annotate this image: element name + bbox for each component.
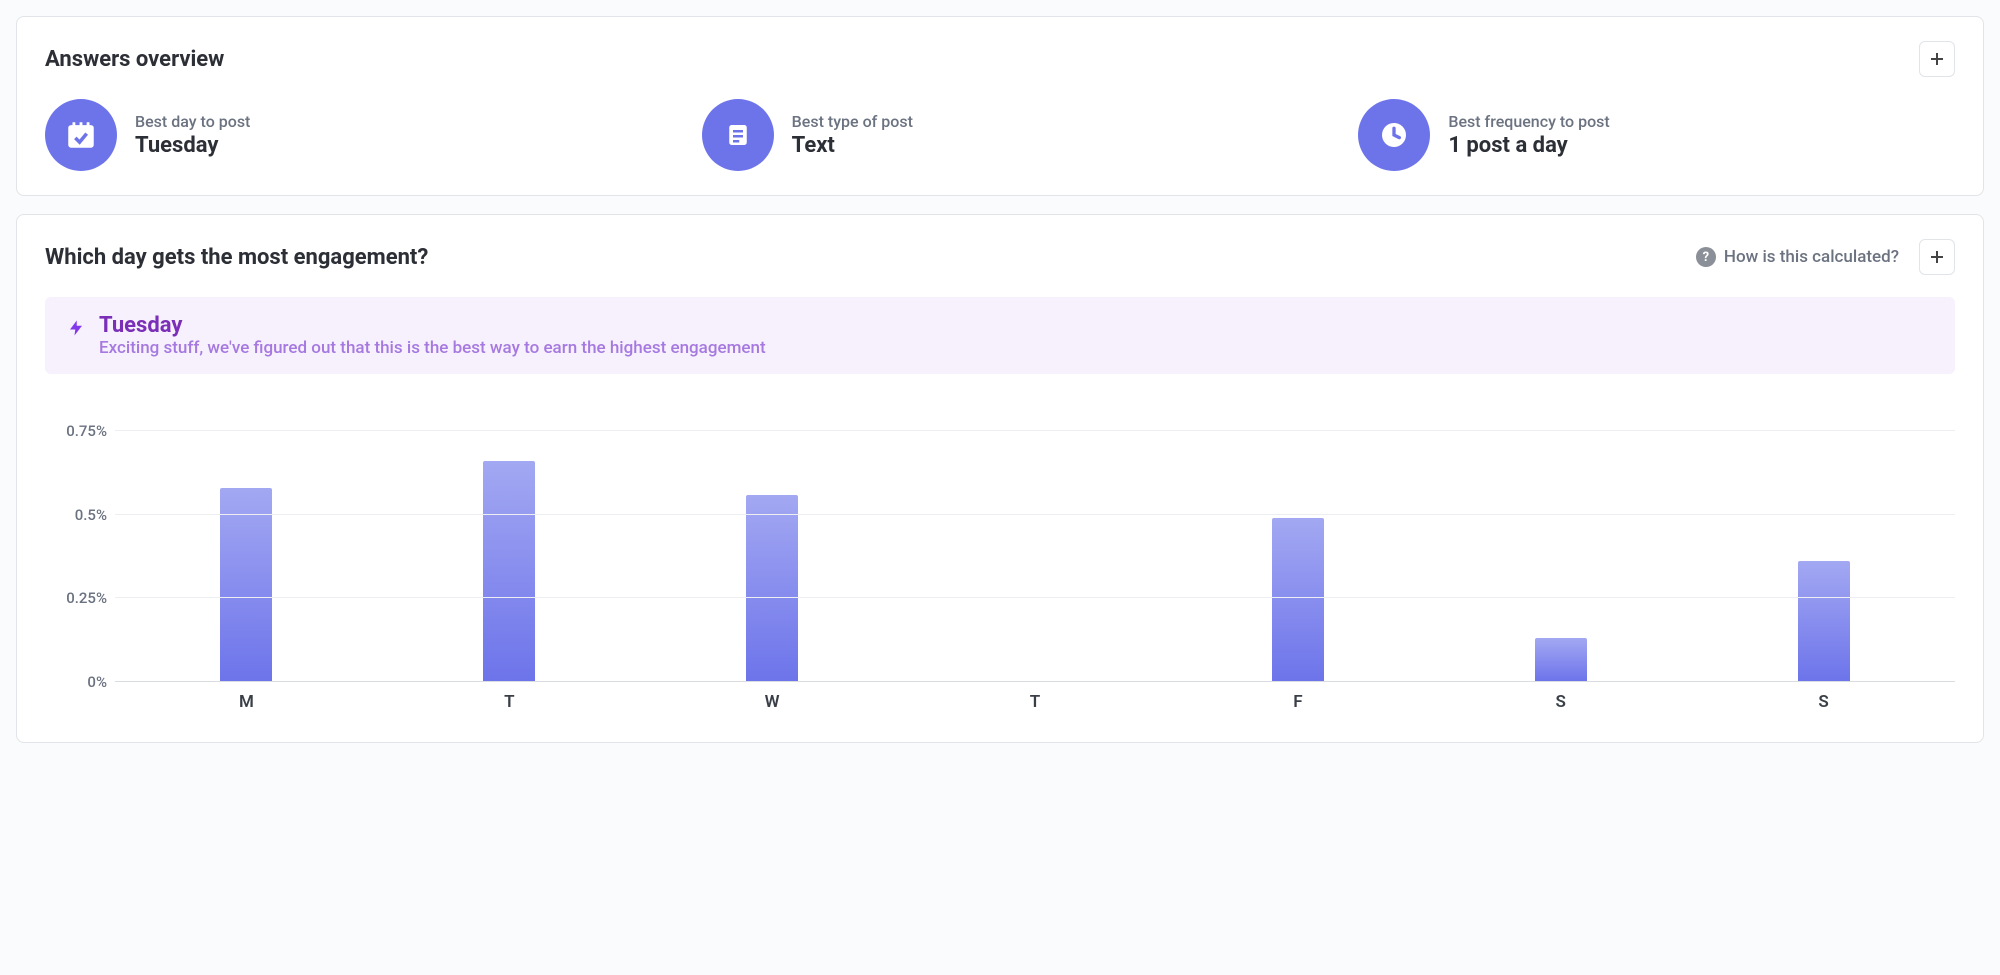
metric-value: Text (792, 133, 913, 158)
chart-gridline (115, 430, 1955, 431)
chart-x-label: S (1429, 682, 1692, 718)
chart-bar[interactable] (483, 461, 535, 681)
chart-x-label: F (1166, 682, 1429, 718)
help-label: How is this calculated? (1724, 247, 1899, 267)
question-icon: ? (1696, 247, 1716, 267)
clock-icon (1358, 99, 1430, 171)
metric-value: 1 post a day (1448, 133, 1609, 158)
chart-bar-column (1166, 398, 1429, 681)
plus-icon (1929, 249, 1945, 265)
chart-bar[interactable] (746, 495, 798, 681)
chart-bar[interactable] (220, 488, 272, 681)
metric-best-day: Best day to post Tuesday (45, 99, 642, 171)
chart-bar-column (1429, 398, 1692, 681)
chart-bar[interactable] (1798, 561, 1850, 681)
add-button[interactable] (1919, 239, 1955, 275)
highlight-banner: Tuesday Exciting stuff, we've figured ou… (45, 297, 1955, 374)
engagement-header: Which day gets the most engagement? ? Ho… (45, 239, 1955, 275)
metric-best-frequency: Best frequency to post 1 post a day (1358, 99, 1955, 171)
chart-plot-area (115, 398, 1955, 682)
highlight-subtitle: Exciting stuff, we've figured out that t… (99, 338, 766, 358)
chart-x-label: M (115, 682, 378, 718)
document-icon (702, 99, 774, 171)
add-button[interactable] (1919, 41, 1955, 77)
plus-icon (1929, 51, 1945, 67)
engagement-controls: ? How is this calculated? (1696, 239, 1955, 275)
chart-y-axis: 0%0.25%0.5%0.75% (45, 398, 115, 682)
chart-y-tick: 0.5% (75, 506, 107, 524)
chart-x-axis: MTWTFSS (115, 682, 1955, 718)
overview-title: Answers overview (45, 47, 224, 72)
metric-value: Tuesday (135, 133, 250, 158)
highlight-day: Tuesday (99, 313, 766, 338)
chart-x-label: W (641, 682, 904, 718)
engagement-title: Which day gets the most engagement? (45, 245, 428, 270)
chart-bar-column (1692, 398, 1955, 681)
chart-y-tick: 0% (87, 673, 107, 691)
chart-bar-column (115, 398, 378, 681)
chart-gridline (115, 597, 1955, 598)
metric-label: Best frequency to post (1448, 112, 1609, 131)
help-link[interactable]: ? How is this calculated? (1696, 247, 1899, 267)
engagement-card: Which day gets the most engagement? ? Ho… (16, 214, 1984, 743)
chart-y-tick: 0.25% (66, 589, 107, 607)
overview-header: Answers overview (45, 41, 1955, 77)
chart-bar-column (378, 398, 641, 681)
chart-bar-column (641, 398, 904, 681)
chart-gridline (115, 514, 1955, 515)
metric-best-type: Best type of post Text (702, 99, 1299, 171)
chart-y-tick: 0.75% (66, 422, 107, 440)
metrics-row: Best day to post Tuesday Best type of po… (45, 99, 1955, 171)
metric-label: Best type of post (792, 112, 913, 131)
chart-x-label: S (1692, 682, 1955, 718)
chart-x-label: T (378, 682, 641, 718)
chart-bar-column (904, 398, 1167, 681)
chart-x-label: T (904, 682, 1167, 718)
engagement-chart: 0%0.25%0.5%0.75% MTWTFSS (45, 398, 1955, 718)
bolt-icon (67, 319, 85, 341)
answers-overview-card: Answers overview Best day to post Tuesda… (16, 16, 1984, 196)
metric-label: Best day to post (135, 112, 250, 131)
calendar-check-icon (45, 99, 117, 171)
chart-bar[interactable] (1272, 518, 1324, 681)
chart-bars (115, 398, 1955, 681)
chart-bar[interactable] (1535, 638, 1587, 681)
